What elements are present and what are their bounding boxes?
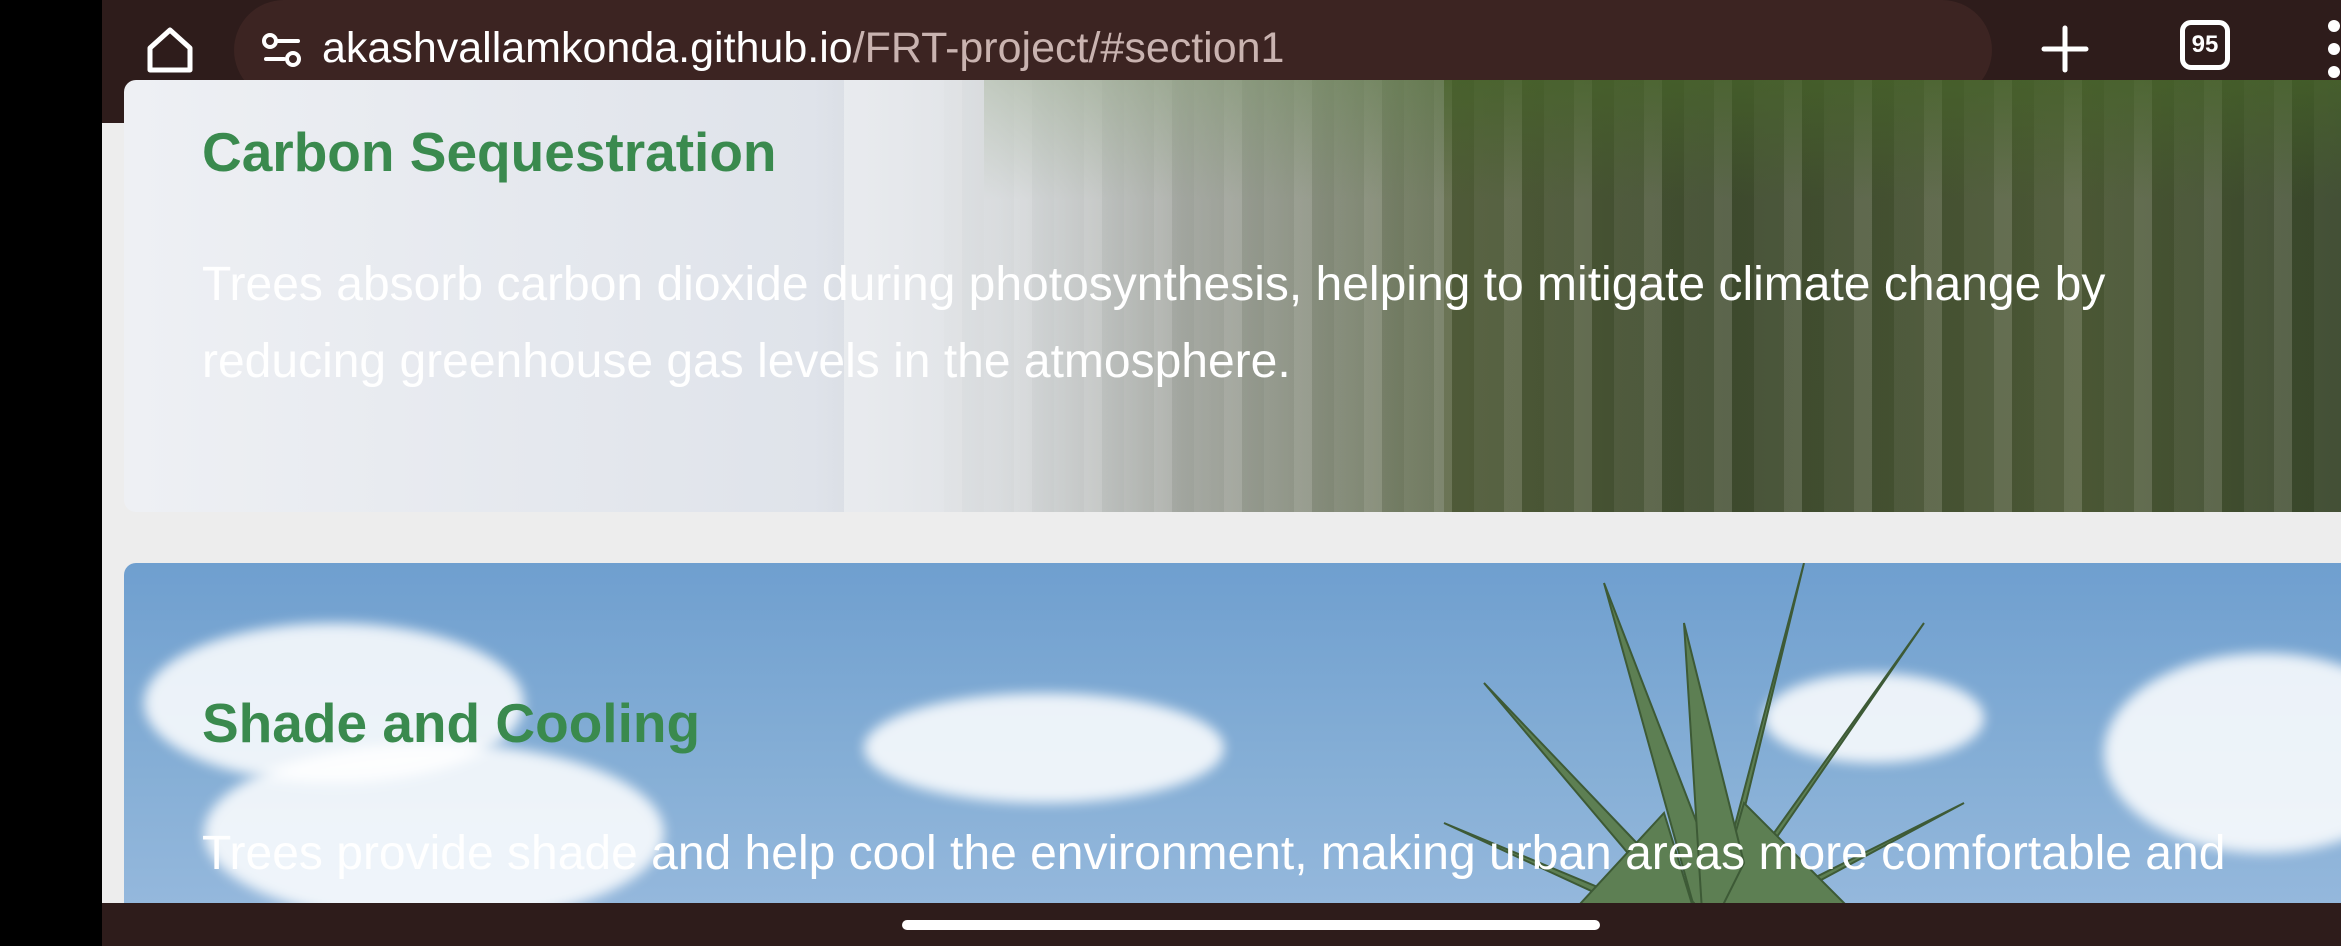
tab-count: 95 [2191, 31, 2219, 58]
section-text-line: Trees absorb carbon dioxide during photo… [202, 258, 2106, 311]
gesture-nav-bar [102, 903, 2341, 946]
site-info-button[interactable] [254, 22, 310, 78]
phone-screen: akashvallamkonda.github.io/FRT-project/#… [102, 0, 2341, 946]
new-tab-button[interactable] [2032, 16, 2098, 82]
url-host: akashvallamkonda.github.io [322, 24, 853, 72]
section-title: Carbon Sequestration [202, 121, 777, 183]
section-card-carbon: Carbon Sequestration Trees absorb carbon… [124, 80, 2341, 512]
plus-icon [2041, 25, 2089, 73]
site-settings-icon [262, 33, 301, 67]
cloud-shape [864, 693, 1224, 803]
menu-dot [2328, 20, 2340, 32]
section-text-line: Trees provide shade and help cool the en… [202, 827, 2226, 880]
section-card-shade: Shade and Cooling Trees provide shade an… [124, 563, 2341, 946]
menu-dot [2328, 66, 2340, 78]
url-path: /FRT-project/#section1 [852, 24, 1285, 72]
url-text[interactable]: akashvallamkonda.github.io/FRT-project/#… [322, 18, 1284, 78]
section-text: Trees absorb carbon dioxide during photo… [202, 246, 2105, 400]
menu-dot [2328, 43, 2340, 55]
home-indicator[interactable] [902, 920, 1600, 930]
tab-switcher-button[interactable]: 95 [2180, 20, 2230, 70]
section-title: Shade and Cooling [202, 692, 701, 754]
device-left-edge [0, 0, 102, 946]
section-text: Trees provide shade and help cool the en… [202, 815, 2225, 892]
home-icon [147, 27, 193, 73]
home-button[interactable] [140, 20, 200, 80]
section-text-line: reducing greenhouse gas levels in the at… [202, 335, 1291, 388]
overflow-menu-icon[interactable] [2302, 16, 2341, 82]
